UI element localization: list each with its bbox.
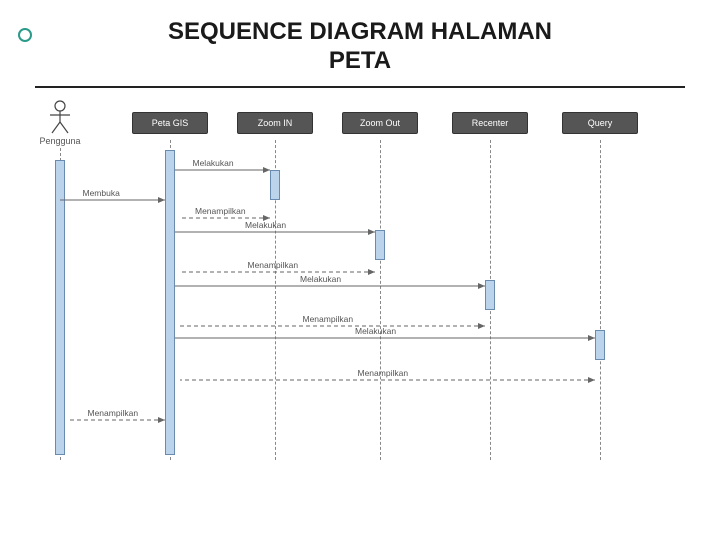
title-line-1: SEQUENCE DIAGRAM HALAMAN [168, 18, 552, 45]
participant-zoomout: Zoom Out [342, 112, 418, 134]
participant-peta: Peta GIS [132, 112, 208, 134]
message-label: Membuka [83, 188, 120, 198]
participant-query: Query [562, 112, 638, 134]
lifeline-query [600, 140, 601, 460]
message-label: Menampilkan [358, 368, 409, 378]
lifeline-zoomout [380, 140, 381, 460]
message-label: Menampilkan [248, 260, 299, 270]
message-label: Menampilkan [195, 206, 246, 216]
activation-recenter [485, 280, 495, 310]
participant-recenter: Recenter [452, 112, 528, 134]
stick-figure-icon [47, 100, 73, 134]
message-label: Melakukan [300, 274, 341, 284]
participant-header: Query [562, 112, 638, 134]
participant-header: Peta GIS [132, 112, 208, 134]
title-line-2: PETA [329, 47, 391, 74]
actor-label: Pengguna [30, 136, 90, 146]
page-title: SEQUENCE DIAGRAM HALAMAN PETA [0, 18, 720, 76]
participant-header: Zoom IN [237, 112, 313, 134]
message-label: Melakukan [245, 220, 286, 230]
sequence-diagram: Pengguna Peta GIS Zoom IN Zoom Out Recenter… [30, 100, 678, 470]
message-label: Menampilkan [88, 408, 139, 418]
message-label: Melakukan [193, 158, 234, 168]
activation-zoomin [270, 170, 280, 200]
activation-zoomout [375, 230, 385, 260]
message-label: Melakukan [355, 326, 396, 336]
actor-pengguna: Pengguna [30, 100, 90, 146]
activation-actor [55, 160, 65, 455]
message-label: Menampilkan [303, 314, 354, 324]
title-underline [35, 86, 685, 88]
activation-peta [165, 150, 175, 455]
participant-header: Recenter [452, 112, 528, 134]
participant-header: Zoom Out [342, 112, 418, 134]
activation-query [595, 330, 605, 360]
participant-zoomin: Zoom IN [237, 112, 313, 134]
